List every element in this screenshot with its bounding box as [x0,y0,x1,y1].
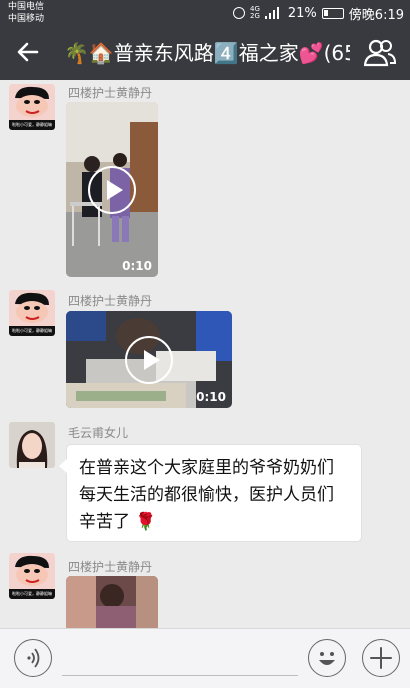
carrier-1: 中国电信 [8,2,45,12]
text-message-bubble[interactable]: 在普亲这个大家庭里的爷爷奶奶们 每天生活的都很愉快，医护人员们 辛苦了 🌹 [59,444,362,542]
video-duration: 0:10 [196,390,226,404]
video-message[interactable] [66,576,158,628]
smiley-icon [319,652,335,665]
video-duration: 0:10 [122,259,152,273]
voice-input-button[interactable] [14,639,52,677]
sender-name: 四楼护士黄静丹 [68,560,153,574]
network-type-2: 2G [250,12,260,20]
voice-icon [27,648,40,668]
avatar[interactable]: 啦啦小可爱，静静姐嘛 [9,553,55,599]
status-bar: 中国电信 中国移动 4G 2G 21% 傍晚6:19 [0,0,410,26]
battery-icon [321,7,344,19]
message-line: 辛苦了 [79,512,130,532]
message-line: 在普亲这个大家庭里的爷爷奶奶们 [79,458,334,478]
network-type: 4G 2G [250,6,260,20]
video-thumbnail [66,576,158,628]
carrier-labels: 中国电信 中国移动 [8,1,44,25]
cartoon-avatar-icon [9,553,55,589]
battery-percent: 21% [287,5,317,21]
input-bar [0,628,410,688]
play-icon [125,335,173,384]
sender-name: 毛云甫女儿 [68,426,129,440]
video-message[interactable]: 0:10 [66,311,232,408]
sender-name: 四楼护士黄静丹 [68,86,153,100]
alarm-icon [233,7,245,19]
emoji-button[interactable] [308,639,346,677]
message-input[interactable] [62,675,298,676]
cartoon-avatar-icon [9,84,55,120]
avatar[interactable]: 啦啦小可爱，静静姐嘛 [9,290,55,336]
carrier-2: 中国移动 [8,14,45,24]
group-members-icon [363,39,397,67]
profile-photo-icon [9,422,55,468]
clock-time: 傍晚6:19 [348,7,404,23]
more-options-button[interactable] [362,639,400,677]
video-message[interactable]: 0:10 [66,102,158,277]
avatar[interactable] [9,422,55,468]
play-icon [88,165,136,214]
avatar-caption: 啦啦小可爱，静静姐嘛 [9,120,55,130]
avatar-caption: 啦啦小可爱，静静姐嘛 [9,326,55,336]
chat-message-list[interactable]: 啦啦小可爱，静静姐嘛 四楼护士黄静丹 0:10 啦啦小可爱，静静姐嘛 四楼护士黄… [0,80,410,628]
plus-icon [370,647,392,669]
back-button[interactable] [12,36,44,68]
sender-name: 四楼护士黄静丹 [68,294,153,308]
avatar[interactable]: 啦啦小可爱，静静姐嘛 [9,84,55,130]
group-title: 🌴🏠普亲东风路4️⃣福之家💕(65) [64,41,350,65]
back-arrow-icon [17,42,39,62]
group-info-button[interactable] [363,38,397,68]
status-indicators: 4G 2G 21% 傍晚6:19 [233,0,404,26]
chat-header: 🌴🏠普亲东风路4️⃣福之家💕(65) [0,26,410,80]
rose-emoji: 🌹 [135,512,157,532]
signal-icon [264,7,283,19]
message-line: 每天生活的都很愉快，医护人员们 [79,485,334,505]
avatar-caption: 啦啦小可爱，静静姐嘛 [9,589,55,599]
cartoon-avatar-icon [9,290,55,326]
